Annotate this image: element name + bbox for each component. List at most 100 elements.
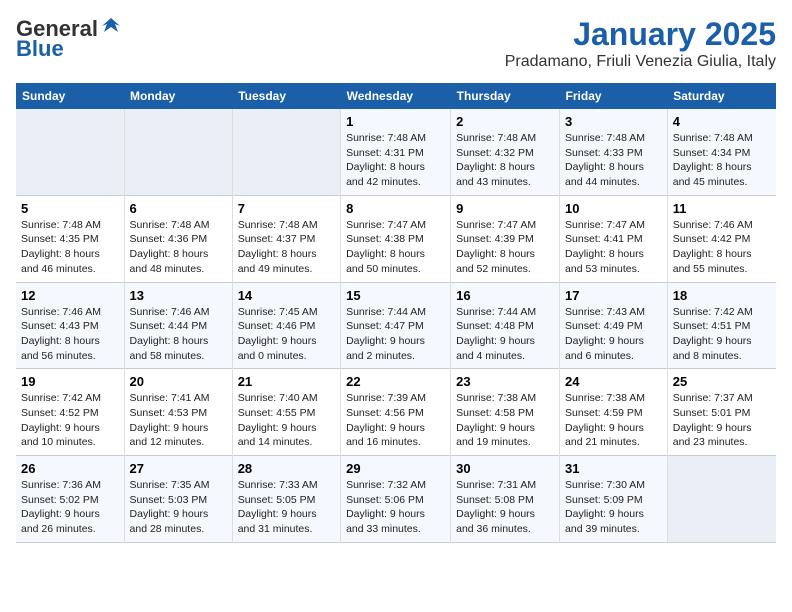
- calendar-cell: 13Sunrise: 7:46 AMSunset: 4:44 PMDayligh…: [124, 282, 232, 369]
- sunset-label: Sunset: 5:01 PM: [673, 407, 751, 419]
- sunset-label: Sunset: 4:32 PM: [456, 147, 534, 159]
- sunrise-label: Sunrise: 7:45 AM: [238, 306, 318, 318]
- sunset-label: Sunset: 4:35 PM: [21, 233, 99, 245]
- daylight-label: Daylight: 8 hours and 49 minutes.: [238, 248, 317, 275]
- sunrise-label: Sunrise: 7:37 AM: [673, 392, 753, 404]
- sunrise-label: Sunrise: 7:46 AM: [21, 306, 101, 318]
- calendar-cell: 31Sunrise: 7:30 AMSunset: 5:09 PMDayligh…: [560, 456, 668, 543]
- day-number: 22: [346, 374, 445, 389]
- calendar-cell: 1 Sunrise: 7:48 AMSunset: 4:31 PMDaylight…: [341, 109, 451, 195]
- sunrise-label: Sunrise: 7:43 AM: [565, 306, 645, 318]
- calendar-title: January 2025: [505, 16, 776, 53]
- cell-content: Sunrise: 7:44 AMSunset: 4:47 PMDaylight:…: [346, 305, 445, 364]
- day-number: 1: [346, 114, 445, 129]
- week-row-4: 19Sunrise: 7:42 AMSunset: 4:52 PMDayligh…: [16, 369, 776, 456]
- sunset-label: Sunset: 4:59 PM: [565, 407, 643, 419]
- day-number: 15: [346, 288, 445, 303]
- daylight-label: Daylight: 9 hours and 8 minutes.: [673, 335, 752, 362]
- daylight-label: Daylight: 8 hours and 56 minutes.: [21, 335, 100, 362]
- day-number: 28: [238, 461, 335, 476]
- sunset-label: Sunset: 4:46 PM: [238, 320, 316, 332]
- daylight-label: Daylight: 8 hours and 58 minutes.: [130, 335, 209, 362]
- day-number: 27: [130, 461, 227, 476]
- daylight-label: Daylight: 8 hours and 52 minutes.: [456, 248, 535, 275]
- logo-bird-icon: [100, 16, 122, 38]
- day-number: 31: [565, 461, 662, 476]
- calendar-cell: [232, 109, 340, 195]
- day-header-friday: Friday: [560, 83, 668, 109]
- sunset-label: Sunset: 4:55 PM: [238, 407, 316, 419]
- sunset-label: Sunset: 4:38 PM: [346, 233, 424, 245]
- sunrise-label: Sunrise: 7:46 AM: [673, 219, 753, 231]
- sunset-label: Sunset: 4:56 PM: [346, 407, 424, 419]
- sunset-label: Sunset: 4:58 PM: [456, 407, 534, 419]
- cell-content: Sunrise: 7:43 AMSunset: 4:49 PMDaylight:…: [565, 305, 662, 364]
- day-header-tuesday: Tuesday: [232, 83, 340, 109]
- day-number: 25: [673, 374, 771, 389]
- daylight-label: Daylight: 9 hours and 10 minutes.: [21, 422, 100, 449]
- sunset-label: Sunset: 4:53 PM: [130, 407, 208, 419]
- sunset-label: Sunset: 4:36 PM: [130, 233, 208, 245]
- calendar-cell: 26Sunrise: 7:36 AMSunset: 5:02 PMDayligh…: [16, 456, 124, 543]
- page-header: General Blue January 2025 Pradamano, Fri…: [16, 16, 776, 71]
- sunset-label: Sunset: 4:33 PM: [565, 147, 643, 159]
- sunrise-label: Sunrise: 7:48 AM: [673, 132, 753, 144]
- cell-content: Sunrise: 7:48 AMSunset: 4:32 PMDaylight:…: [456, 131, 554, 190]
- sunrise-label: Sunrise: 7:48 AM: [565, 132, 645, 144]
- daylight-label: Daylight: 8 hours and 55 minutes.: [673, 248, 752, 275]
- cell-content: Sunrise: 7:46 AMSunset: 4:44 PMDaylight:…: [130, 305, 227, 364]
- day-number: 12: [21, 288, 119, 303]
- sunrise-label: Sunrise: 7:31 AM: [456, 479, 536, 491]
- cell-content: Sunrise: 7:48 AMSunset: 4:35 PMDaylight:…: [21, 218, 119, 277]
- sunrise-label: Sunrise: 7:47 AM: [456, 219, 536, 231]
- calendar-cell: 29Sunrise: 7:32 AMSunset: 5:06 PMDayligh…: [341, 456, 451, 543]
- sunset-label: Sunset: 4:52 PM: [21, 407, 99, 419]
- sunset-label: Sunset: 4:49 PM: [565, 320, 643, 332]
- cell-content: Sunrise: 7:45 AM Sunset: 4:46 PM Daylight:…: [238, 305, 335, 364]
- calendar-table: SundayMondayTuesdayWednesdayThursdayFrid…: [16, 83, 776, 543]
- cell-content: Sunrise: 7:38 AMSunset: 4:59 PMDaylight:…: [565, 391, 662, 450]
- cell-content: Sunrise: 7:48 AMSunset: 4:31 PMDaylight:…: [346, 131, 445, 190]
- day-number: 29: [346, 461, 445, 476]
- cell-content: Sunrise: 7:46 AMSunset: 4:42 PMDaylight:…: [673, 218, 771, 277]
- daylight-label: Daylight: 9 hours and 2 minutes.: [346, 335, 425, 362]
- sunset-label: Sunset: 4:31 PM: [346, 147, 424, 159]
- sunrise-label: Sunrise: 7:30 AM: [565, 479, 645, 491]
- cell-content: Sunrise: 7:39 AMSunset: 4:56 PMDaylight:…: [346, 391, 445, 450]
- daylight-label: Daylight: 9 hours and 4 minutes.: [456, 335, 535, 362]
- sunrise-label: Sunrise: 7:36 AM: [21, 479, 101, 491]
- cell-content: Sunrise: 7:38 AMSunset: 4:58 PMDaylight:…: [456, 391, 554, 450]
- cell-content: Sunrise: 7:32 AMSunset: 5:06 PMDaylight:…: [346, 478, 445, 537]
- day-header-sunday: Sunday: [16, 83, 124, 109]
- day-number: 17: [565, 288, 662, 303]
- sunrise-label: Sunrise: 7:44 AM: [456, 306, 536, 318]
- daylight-label: Daylight: 8 hours and 48 minutes.: [130, 248, 209, 275]
- cell-content: Sunrise: 7:48 AMSunset: 4:34 PMDaylight:…: [673, 131, 771, 190]
- week-row-1: 1Sunrise: 7:48 AMSunset: 4:31 PMDaylight…: [16, 109, 776, 195]
- calendar-subtitle: Pradamano, Friuli Venezia Giulia, Italy: [505, 53, 776, 71]
- calendar-cell: 18Sunrise: 7:42 AMSunset: 4:51 PMDayligh…: [667, 282, 776, 369]
- sunrise-label: Sunrise: 7:32 AM: [346, 479, 426, 491]
- sunrise-label: Sunrise: 7:39 AM: [346, 392, 426, 404]
- sunset-label: Sunset: 5:05 PM: [238, 494, 316, 506]
- sunset-label: Sunset: 5:08 PM: [456, 494, 534, 506]
- day-number: 8: [346, 201, 445, 216]
- calendar-cell: 7Sunrise: 7:48 AMSunset: 4:37 PMDaylight…: [232, 195, 340, 282]
- days-header-row: SundayMondayTuesdayWednesdayThursdayFrid…: [16, 83, 776, 109]
- cell-content: Sunrise: 7:42 AMSunset: 4:52 PMDaylight:…: [21, 391, 119, 450]
- daylight-label: Daylight: 8 hours and 42 minutes.: [346, 161, 425, 188]
- day-number: 10: [565, 201, 662, 216]
- daylight-label: Daylight: 9 hours and 12 minutes.: [130, 422, 209, 449]
- sunset-label: Sunset: 4:39 PM: [456, 233, 534, 245]
- calendar-cell: 17Sunrise: 7:43 AMSunset: 4:49 PMDayligh…: [560, 282, 668, 369]
- calendar-cell: 22Sunrise: 7:39 AMSunset: 4:56 PMDayligh…: [341, 369, 451, 456]
- daylight-label: Daylight: 9 hours and 39 minutes.: [565, 508, 644, 535]
- cell-content: Sunrise: 7:31 AMSunset: 5:08 PMDaylight:…: [456, 478, 554, 537]
- day-number: 21: [238, 374, 335, 389]
- sunset-label: Sunset: 5:06 PM: [346, 494, 424, 506]
- cell-content: Sunrise: 7:44 AMSunset: 4:48 PMDaylight:…: [456, 305, 554, 364]
- calendar-cell: 3Sunrise: 7:48 AMSunset: 4:33 PMDaylight…: [560, 109, 668, 195]
- sunrise-label: Sunrise: 7:48 AM: [456, 132, 536, 144]
- daylight-label: Daylight: 9 hours and 0 minutes.: [238, 335, 317, 362]
- daylight-label: Daylight: 8 hours and 50 minutes.: [346, 248, 425, 275]
